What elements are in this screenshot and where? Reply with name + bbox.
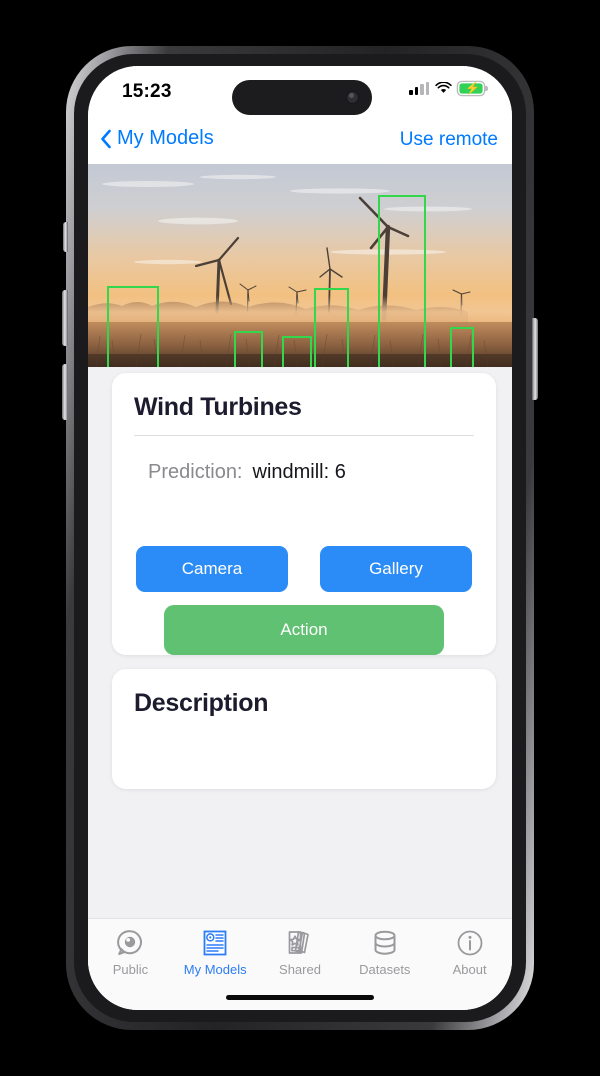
detection-box [107, 286, 159, 367]
chevron-left-icon [101, 129, 111, 148]
navigation-bar: My Models Use remote [88, 118, 512, 164]
use-remote-button[interactable]: Use remote [400, 129, 498, 151]
detection-box [378, 195, 426, 367]
prediction-row: Prediction: windmill: 6 [148, 461, 346, 484]
power-button[interactable] [532, 318, 538, 400]
action-button[interactable]: Action [164, 605, 444, 655]
detection-box [234, 331, 263, 367]
database-icon [374, 930, 396, 955]
speech-bubble-eye-icon [117, 930, 143, 955]
source-button-row: Camera Gallery [136, 546, 472, 592]
tab-my-models[interactable]: My Models [173, 928, 258, 977]
prediction-label: Prediction: [148, 461, 243, 483]
prediction-value: windmill: 6 [252, 461, 346, 483]
tab-label: My Models [183, 962, 247, 977]
tab-about[interactable]: About [427, 928, 512, 977]
battery-charging-icon: ⚡ [458, 82, 488, 95]
wifi-icon [435, 82, 452, 93]
document-at-icon [203, 930, 227, 956]
gallery-button[interactable]: Gallery [320, 546, 472, 592]
phone-screen: 15:23 ⚡ My Models Use remote Wind Turbin… [88, 66, 512, 1010]
tab-label: Shared [279, 962, 321, 977]
tab-label: About [452, 962, 487, 977]
main-content: Wind Turbines Prediction: windmill: 6 Ca… [88, 164, 512, 1010]
dynamic-island [232, 80, 372, 115]
tab-label: Public [112, 962, 149, 977]
back-button[interactable]: My Models [100, 127, 214, 150]
status-time: 15:23 [122, 81, 172, 102]
silent-switch[interactable] [63, 222, 68, 252]
divider [134, 435, 474, 436]
status-indicators: ⚡ [409, 82, 488, 95]
front-camera-icon [346, 91, 359, 104]
tab-datasets[interactable]: Datasets [342, 928, 427, 977]
volume-down-button[interactable] [62, 364, 68, 420]
home-indicator[interactable] [226, 995, 374, 1000]
signal-bars-icon [409, 82, 429, 95]
detection-image[interactable] [88, 164, 512, 367]
info-circle-icon [457, 930, 482, 956]
detection-box [314, 288, 349, 367]
star-cards-icon [288, 931, 309, 954]
description-title: Description [134, 689, 269, 717]
tab-public[interactable]: Public [88, 928, 173, 977]
page-title: Wind Turbines [134, 393, 302, 421]
volume-up-button[interactable] [62, 290, 68, 346]
description-card: Description [112, 669, 496, 789]
screenshot-root: 15:23 ⚡ My Models Use remote Wind Turbin… [0, 0, 600, 1076]
tab-shared[interactable]: Shared [258, 928, 343, 977]
detection-box [282, 336, 312, 367]
tab-label: Datasets [359, 962, 411, 977]
back-button-label: My Models [117, 127, 214, 149]
camera-button[interactable]: Camera [136, 546, 288, 592]
detection-box [450, 327, 474, 367]
model-card: Wind Turbines Prediction: windmill: 6 Ca… [112, 373, 496, 655]
